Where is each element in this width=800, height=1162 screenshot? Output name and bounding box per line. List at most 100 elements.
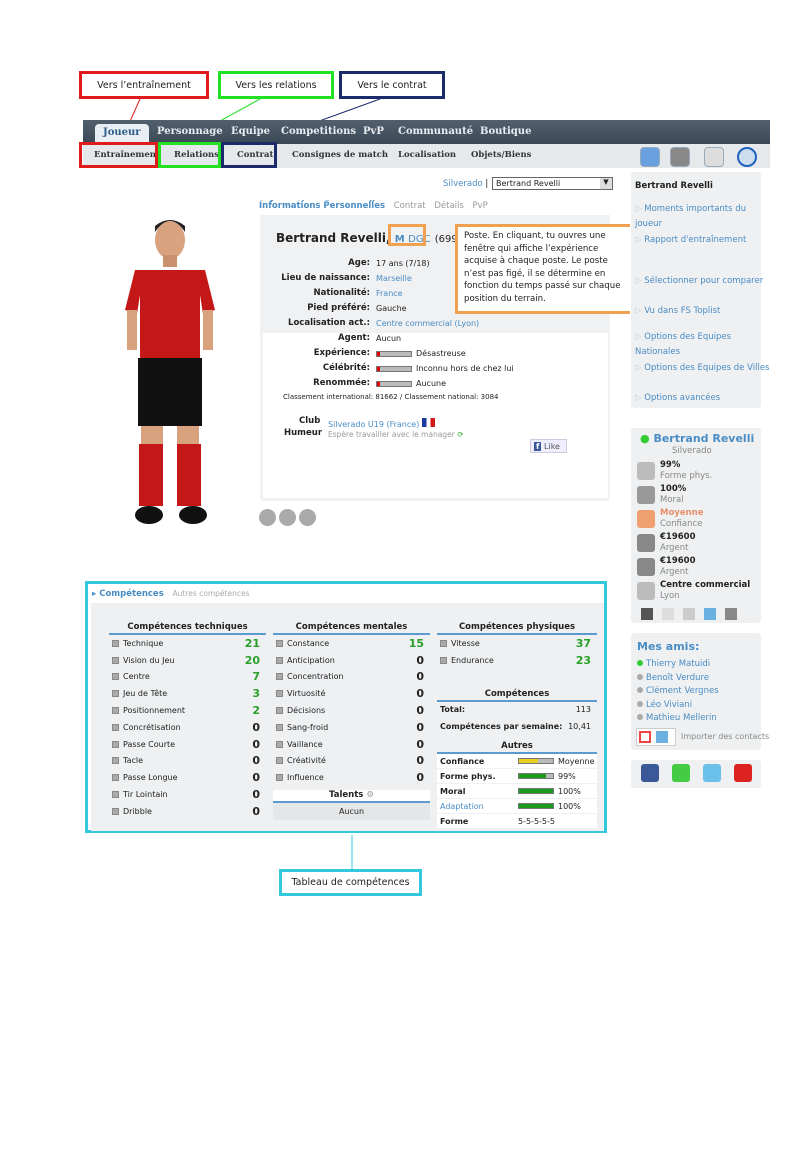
skill-info-icon[interactable] [276, 740, 283, 748]
flag-icon: ▷ [635, 393, 645, 403]
club-link-info[interactable]: Silverado U19 (France) [328, 418, 435, 429]
total-label: Total: [440, 705, 466, 715]
skill-name: Vision du Jeu [123, 655, 175, 665]
tab-contrat[interactable]: Contrat [394, 201, 426, 211]
annotation-skills-table: Tableau de compétences [279, 869, 422, 896]
skill-info-icon[interactable] [112, 723, 119, 731]
sidebar-link[interactable]: ▷ Vu dans FS Toplist [635, 304, 770, 319]
shirt-icon[interactable] [299, 509, 316, 526]
skill-info-icon[interactable] [276, 690, 283, 698]
friend-link[interactable]: Clément Vergnes [637, 686, 719, 696]
ranking-text: Classement international: 81662 / Classe… [283, 393, 499, 401]
skill-info-icon[interactable] [112, 639, 119, 647]
tab-details[interactable]: Détails [434, 201, 463, 211]
friend-link[interactable]: Mathieu Mellerin [637, 713, 717, 723]
sidebar-link[interactable]: ▷ Options avancées [635, 391, 770, 406]
power-icon[interactable] [737, 147, 757, 167]
sidebar-link[interactable]: ▷ Options des Equipes Nationales [635, 330, 770, 360]
skill-info-icon[interactable] [276, 757, 283, 765]
skill-value: 7 [252, 670, 260, 684]
skill-row: Influence 0 [273, 769, 430, 786]
skill-info-icon[interactable] [112, 791, 119, 799]
skill-name: Constance [287, 638, 330, 648]
formation-icon[interactable] [259, 509, 276, 526]
contacts-icon[interactable] [641, 608, 653, 620]
tab-competences[interactable]: ▸ Compétences [92, 589, 164, 599]
nav-joueur[interactable]: Joueur [95, 124, 149, 144]
nav-boutique[interactable]: Boutique [480, 126, 531, 137]
tab-pvp[interactable]: PvP [473, 201, 488, 211]
per-week-label: Compétences par semaine: [440, 722, 563, 732]
annotation-position: Poste. En cliquant, tu ouvres une fenêtr… [455, 224, 634, 314]
sidebar-link[interactable]: ▷ Options des Equipes de Villes [635, 361, 770, 376]
skill-info-icon[interactable] [112, 656, 119, 664]
import-contacts-link[interactable]: Importer des contacts [681, 732, 770, 741]
club-link[interactable]: Silverado [443, 179, 483, 189]
friend-link[interactable]: Benoît Verdure [637, 673, 709, 683]
friend-link[interactable]: Léo Viviani [637, 700, 692, 710]
skill-info-icon[interactable] [112, 807, 119, 815]
skill-row: Concrétisation 0 [109, 719, 266, 736]
skill-info-icon[interactable] [112, 774, 119, 782]
subnav-consignes[interactable]: Consignes de match [292, 150, 388, 160]
other-bar [518, 788, 554, 795]
facebook-icon[interactable] [641, 764, 659, 782]
messenger-icon[interactable] [656, 731, 668, 743]
gear-icon[interactable]: ⚙ [366, 790, 374, 800]
summary-title: Compétences [437, 689, 597, 702]
sidebar-link[interactable]: ▷ Sélectionner pour comparer [635, 274, 770, 289]
skill-info-icon[interactable] [276, 656, 283, 664]
other-label[interactable]: Adaptation [440, 802, 518, 811]
skill-info-icon[interactable] [276, 774, 283, 782]
tab-informations-personnelles[interactable]: Informations Personnelles [259, 201, 385, 211]
refresh-icon[interactable]: ⟳ [457, 430, 463, 439]
player-view-icon[interactable] [279, 509, 296, 526]
notes-icon[interactable] [704, 608, 716, 620]
skill-info-icon[interactable] [440, 656, 447, 664]
facebook-like-button[interactable]: f Like [530, 439, 567, 453]
subnav-objets[interactable]: Objets/Biens [471, 150, 531, 160]
skill-info-icon[interactable] [276, 723, 283, 731]
skill-info-icon[interactable] [112, 757, 119, 765]
skill-row: Tacle 0 [109, 753, 266, 770]
skill-info-icon[interactable] [112, 740, 119, 748]
subnav-localisation[interactable]: Localisation [398, 150, 456, 160]
nav-pvp[interactable]: PvP [363, 126, 384, 137]
skill-info-icon[interactable] [276, 639, 283, 647]
nav-equipe[interactable]: Equipe [231, 126, 270, 137]
skill-info-icon[interactable] [112, 673, 119, 681]
location-link[interactable]: Centre commercial (Lyon) [376, 319, 479, 328]
skill-info-icon[interactable] [276, 673, 283, 681]
skill-info-icon[interactable] [440, 639, 447, 647]
sidebar-title: Bertrand Revelli [635, 181, 713, 191]
shirt-icon[interactable] [725, 608, 737, 620]
nationality-link[interactable]: France [376, 289, 403, 298]
skill-info-icon[interactable] [276, 707, 283, 715]
avatar-icon[interactable] [670, 147, 690, 167]
skill-row: Anticipation 0 [273, 652, 430, 669]
facebook-icon: f [534, 442, 542, 451]
skill-row: Technique 21 [109, 635, 266, 652]
nav-communaute[interactable]: Communauté [398, 126, 473, 137]
skill-info-icon[interactable] [112, 707, 119, 715]
youtube-icon[interactable] [734, 764, 752, 782]
friend-link[interactable]: Thierry Matuidi [637, 659, 710, 669]
skill-value: 20 [244, 653, 260, 667]
skill-info-icon[interactable] [112, 690, 119, 698]
sidebar-link[interactable]: ▷ Moments importants du joueur [635, 202, 770, 232]
fitness-icon [637, 462, 655, 480]
tab-autres-competences[interactable]: Autres compétences [172, 589, 249, 598]
chat-icon[interactable] [683, 608, 695, 620]
google-icon[interactable] [672, 764, 690, 782]
sidebar-link[interactable]: ▷ Rapport d'entraînement [635, 233, 770, 248]
player-select[interactable]: Bertrand Revelli ▼ [492, 177, 613, 190]
home-icon[interactable] [640, 147, 660, 167]
nav-personnage[interactable]: Personnage [157, 126, 223, 137]
mail-icon[interactable] [662, 608, 674, 620]
gear-icon[interactable] [704, 147, 724, 167]
other-bar [518, 773, 554, 780]
twitter-icon[interactable] [703, 764, 721, 782]
birthplace-link[interactable]: Marseille [376, 274, 412, 283]
nav-competitions[interactable]: Competitions [281, 126, 356, 137]
gmail-icon[interactable] [639, 731, 651, 743]
